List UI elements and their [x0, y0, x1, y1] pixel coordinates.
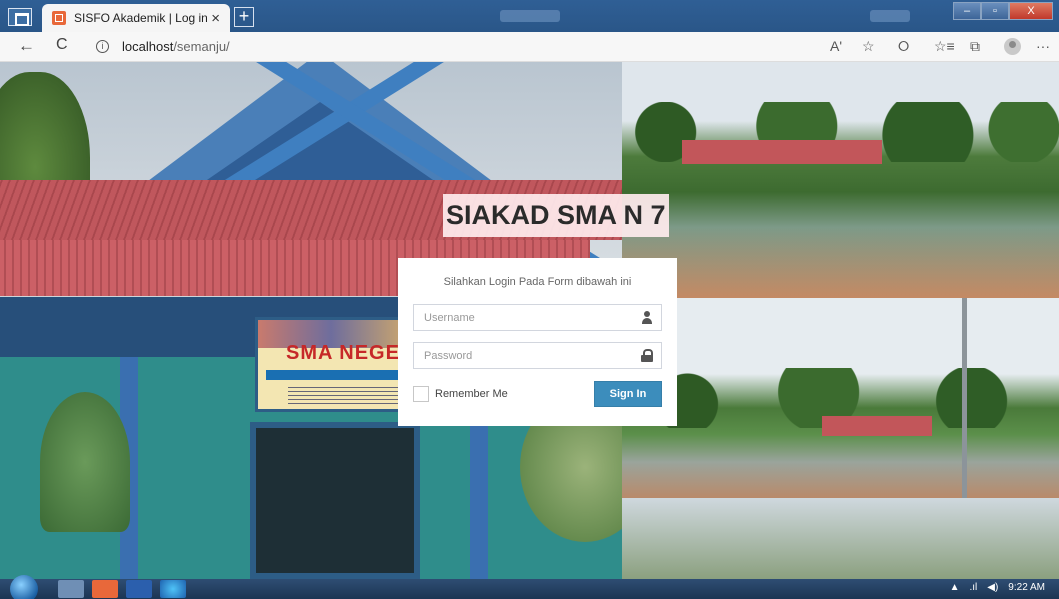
start-button-icon[interactable] [10, 575, 38, 599]
tab-close-icon[interactable]: × [211, 10, 220, 27]
username-field-wrapper [413, 304, 662, 331]
red-roof-building [822, 416, 932, 436]
taskbar: ▲ .ıl ◀) 9:22 AM [0, 575, 1059, 599]
close-button[interactable]: X [1009, 2, 1053, 20]
url-path: /semanju/ [173, 39, 230, 54]
tray-expand-icon[interactable]: ▲ [950, 582, 960, 593]
more-menu-icon[interactable]: ··· [1036, 38, 1050, 54]
collections-icon[interactable]: ⧉ [970, 38, 980, 55]
password-field-wrapper [413, 342, 662, 369]
add-favorite-icon[interactable]: ☆ [862, 38, 875, 55]
red-roof-building [682, 140, 882, 164]
sign-in-button[interactable]: Sign In [594, 381, 662, 407]
remember-me-checkbox[interactable] [413, 386, 429, 402]
system-tray: ▲ .ıl ◀) 9:22 AM [950, 582, 1045, 593]
site-info-icon[interactable]: i [96, 40, 109, 53]
entrance-door [250, 422, 420, 579]
url-field[interactable]: localhost/semanju/ [122, 39, 230, 54]
basketball-pole [962, 298, 967, 498]
refresh-icon[interactable]: C [56, 36, 68, 54]
screen: SISFO Akademik | Log in × + – ▫ X ← C i … [0, 0, 1059, 599]
blurred-title-bar-element [870, 10, 910, 22]
remember-me-label: Remember Me [435, 388, 508, 400]
username-input[interactable] [414, 305, 661, 330]
sisfo-app-icon[interactable] [92, 580, 118, 598]
file-explorer-icon[interactable] [58, 580, 84, 598]
profile-avatar[interactable] [1004, 38, 1021, 55]
clock[interactable]: 9:22 AM [1008, 582, 1045, 593]
plant-image [40, 392, 130, 532]
login-message: Silahkan Login Pada Form dibawah ini [443, 276, 632, 288]
word-icon[interactable] [126, 580, 152, 598]
page-title: SIAKAD SMA N 7 [443, 194, 669, 237]
form-actions-row: Remember Me Sign In [413, 381, 662, 407]
url-host: localhost [122, 39, 174, 54]
login-form: Silahkan Login Pada Form dibawah ini Rem… [398, 258, 677, 426]
remember-me[interactable]: Remember Me [413, 386, 508, 402]
tab-favicon-icon [52, 11, 66, 25]
back-arrow-icon[interactable]: ← [18, 36, 35, 56]
lock-icon [641, 349, 653, 362]
address-bar: ← C i localhost/semanju/ Aʹ ☆ ⭘ ☆≡ ⧉ ··· [0, 32, 1059, 62]
maximize-button[interactable]: ▫ [981, 2, 1009, 20]
extensions-icon[interactable]: ⭘ [898, 38, 909, 55]
tab-actions-icon[interactable] [8, 8, 32, 26]
browser-title-bar: SISFO Akademik | Log in × + – ▫ X [0, 0, 1059, 32]
user-icon [641, 311, 653, 324]
login-page: SMA NEGERI SIAKAD SMA N 7 Silahkan Login… [0, 62, 1059, 579]
court-photo-bottom [622, 498, 1059, 579]
volume-icon[interactable]: ◀) [987, 582, 998, 593]
court-photo-middle [622, 298, 1059, 498]
new-tab-button[interactable]: + [234, 7, 254, 27]
edge-browser-icon[interactable] [160, 580, 186, 598]
network-icon[interactable]: .ıl [969, 582, 977, 593]
favorites-icon[interactable]: ☆≡ [934, 38, 955, 55]
minimize-button[interactable]: – [953, 2, 981, 20]
browser-tab[interactable]: SISFO Akademik | Log in × [42, 4, 230, 32]
tab-title: SISFO Akademik | Log in [74, 11, 208, 25]
read-aloud-icon[interactable]: Aʹ [830, 38, 842, 54]
blurred-title-bar-element [500, 10, 560, 22]
password-input[interactable] [414, 343, 661, 368]
window-controls: – ▫ X [953, 2, 1053, 20]
court-photo-top [622, 62, 1059, 298]
